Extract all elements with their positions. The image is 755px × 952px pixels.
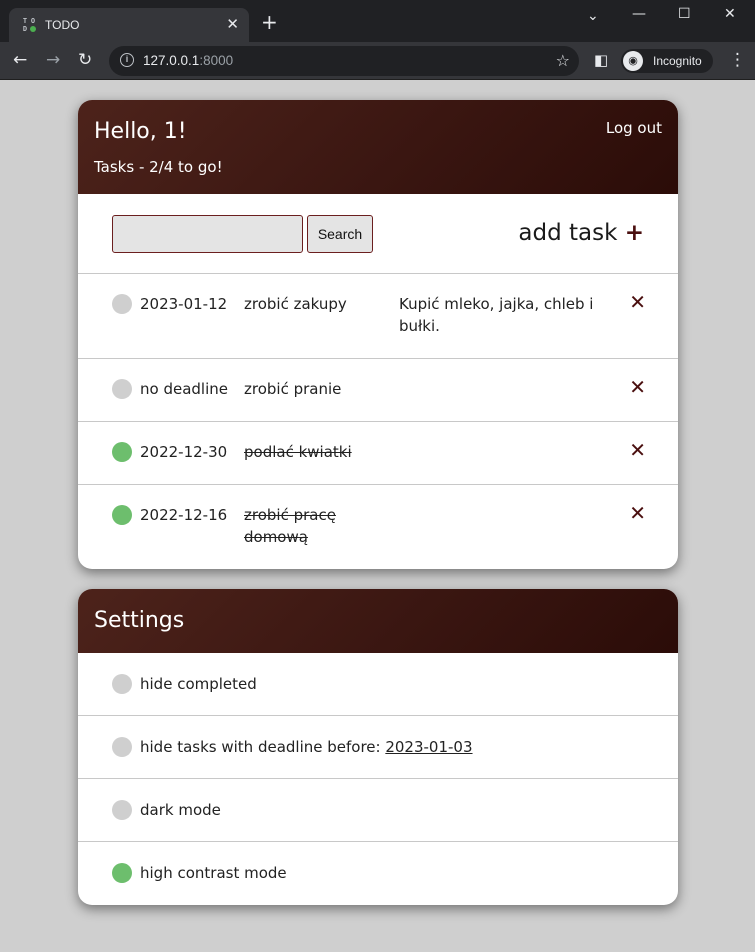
setting-row: hide completed: [78, 653, 678, 716]
settings-title: Settings: [94, 608, 185, 633]
logout-link[interactable]: Log out: [606, 119, 662, 137]
favicon-letter: O: [30, 17, 36, 25]
tasks-summary: Tasks - 2/4 to go!: [94, 158, 223, 176]
hide-deadline-toggle[interactable]: [112, 737, 132, 757]
task-row: 2023-01-12 zrobić zakupy Kupić mleko, ja…: [78, 274, 678, 359]
favicon-dot: [30, 26, 36, 32]
side-panel-icon[interactable]: ◧: [594, 50, 608, 70]
delete-task-icon[interactable]: ✕: [629, 290, 646, 314]
site-info-icon[interactable]: i: [120, 53, 134, 67]
menu-dots-icon[interactable]: ⋮: [729, 50, 746, 70]
reload-icon[interactable]: ↻: [78, 50, 92, 70]
settings-header: Settings: [78, 589, 678, 653]
setting-label: hide completed: [140, 675, 257, 693]
minimize-icon[interactable]: —: [632, 6, 646, 22]
browser-toolbar: ← → ↻ i 127.0.0.1:8000 ☆ ◧ ◉ Incognito ⋮: [0, 42, 755, 80]
setting-row: hide tasks with deadline before: 2023-01…: [78, 716, 678, 779]
settings-card: Settings hide completed hide tasks with …: [78, 589, 678, 905]
task-date: 2022-12-16: [140, 506, 228, 524]
search-input[interactable]: [112, 215, 303, 253]
delete-task-icon[interactable]: ✕: [629, 501, 646, 525]
tasks-card: Hello, 1! Tasks - 2/4 to go! Log out Sea…: [78, 100, 678, 569]
task-complete-toggle[interactable]: [112, 294, 132, 314]
greeting: Hello, 1!: [94, 119, 187, 144]
task-complete-toggle[interactable]: [112, 379, 132, 399]
address-bar[interactable]: i 127.0.0.1:8000 ☆: [109, 46, 579, 76]
task-row: no deadline zrobić pranie ✕: [78, 359, 678, 422]
task-title: podlać kwiatki: [244, 443, 352, 461]
task-complete-toggle[interactable]: [112, 442, 132, 462]
task-title: zrobić zakupy: [244, 295, 347, 313]
add-task-label: add task: [518, 220, 618, 246]
deadline-date-picker[interactable]: 2023-01-03: [385, 738, 472, 756]
setting-label-text: hide tasks with deadline before:: [140, 738, 386, 756]
search-row: Search add task +: [78, 194, 678, 274]
task-row: 2022-12-30 podlać kwiatki ✕: [78, 422, 678, 485]
search-button[interactable]: Search: [307, 215, 373, 253]
task-title: zrobić pracę domową: [244, 506, 336, 546]
favicon-letter: T: [22, 17, 28, 25]
hide-completed-toggle[interactable]: [112, 674, 132, 694]
setting-row: dark mode: [78, 779, 678, 842]
back-icon[interactable]: ←: [13, 50, 27, 70]
tasks-header: Hello, 1! Tasks - 2/4 to go! Log out: [78, 100, 678, 194]
setting-label: dark mode: [140, 801, 221, 819]
delete-task-icon[interactable]: ✕: [629, 375, 646, 399]
task-title: zrobić pranie: [244, 380, 342, 398]
maximize-icon[interactable]: ☐: [678, 6, 691, 22]
url-port: :8000: [199, 53, 234, 68]
forward-icon[interactable]: →: [46, 50, 60, 70]
incognito-badge[interactable]: ◉ Incognito: [621, 49, 713, 73]
setting-label: high contrast mode: [140, 864, 287, 882]
favicon-letter: D: [22, 25, 28, 33]
dark-mode-toggle[interactable]: [112, 800, 132, 820]
incognito-icon: ◉: [623, 51, 643, 71]
close-window-icon[interactable]: ✕: [724, 6, 736, 22]
bookmark-star-icon[interactable]: ☆: [556, 51, 570, 70]
close-tab-icon[interactable]: ✕: [226, 15, 239, 33]
task-row: 2022-12-16 zrobić pracę domową ✕: [78, 485, 678, 569]
task-complete-toggle[interactable]: [112, 505, 132, 525]
task-description: Kupić mleko, jajka, chleb i bułki.: [399, 295, 594, 335]
browser-tab-bar: T O D TODO ✕ + ⌄ — ☐ ✕: [0, 0, 755, 42]
task-date: 2023-01-12: [140, 295, 228, 313]
task-date: 2022-12-30: [140, 443, 228, 461]
tab-search-chevron-icon[interactable]: ⌄: [587, 8, 599, 24]
tab-title: TODO: [45, 18, 80, 32]
task-date: no deadline: [140, 380, 228, 398]
todo-favicon-icon: T O D: [21, 17, 37, 33]
plus-icon: +: [624, 220, 644, 246]
new-tab-icon[interactable]: +: [261, 12, 278, 32]
delete-task-icon[interactable]: ✕: [629, 438, 646, 462]
high-contrast-toggle[interactable]: [112, 863, 132, 883]
browser-tab[interactable]: T O D TODO ✕: [9, 8, 249, 42]
url-host: 127.0.0.1: [143, 53, 200, 68]
add-task-button[interactable]: add task +: [518, 220, 644, 246]
incognito-label: Incognito: [653, 54, 702, 68]
setting-row: high contrast mode: [78, 842, 678, 905]
setting-label: hide tasks with deadline before: 2023-01…: [140, 738, 473, 756]
url-text[interactable]: 127.0.0.1:8000: [143, 53, 233, 68]
